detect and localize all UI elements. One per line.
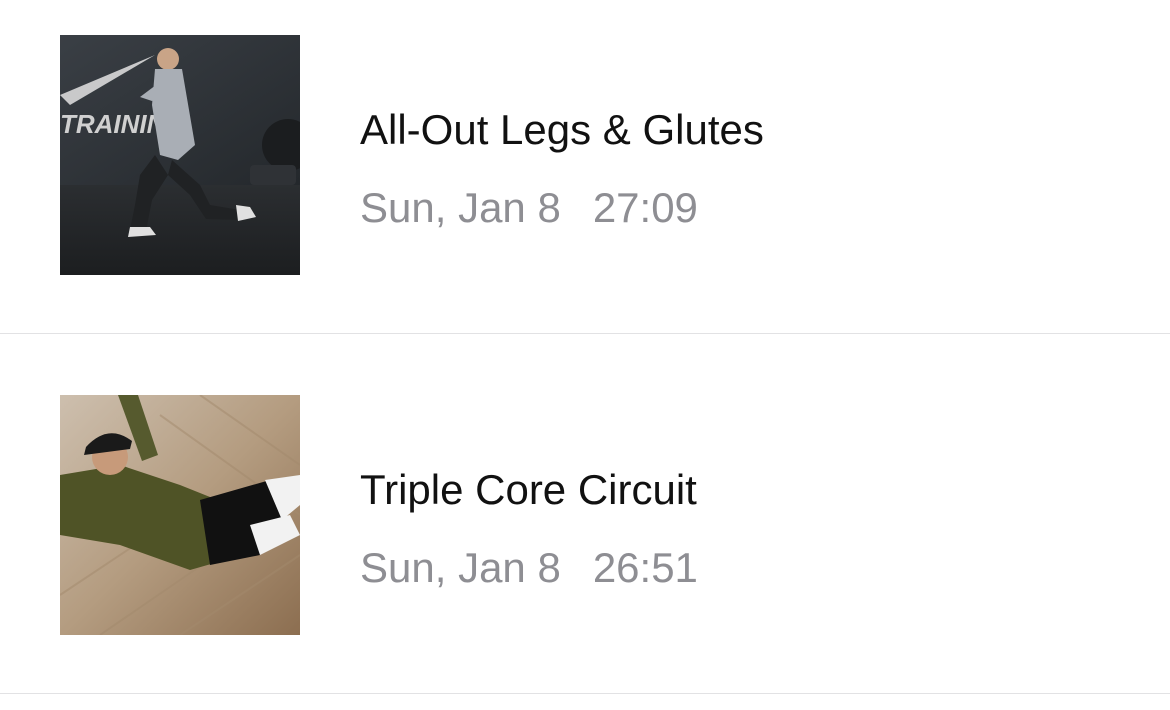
workout-duration: 26:51 <box>592 544 698 591</box>
workout-thumbnail <box>60 395 300 635</box>
workout-date: Sun, Jan 8 <box>360 544 561 591</box>
workout-row[interactable]: Triple Core Circuit Sun, Jan 8 26:51 <box>0 360 1170 694</box>
workout-thumbnail: TRAINING <box>60 35 300 275</box>
workout-row[interactable]: TRAINING All-Out Legs & Glutes Sun, Jan … <box>0 0 1170 334</box>
workout-meta: Sun, Jan 8 27:09 <box>360 182 698 234</box>
workout-history-list: TRAINING All-Out Legs & Glutes Sun, Jan … <box>0 0 1170 710</box>
athlete-situp-photo <box>60 395 300 635</box>
athlete-lunge-photo: TRAINING <box>60 35 300 275</box>
workout-title: All-Out Legs & Glutes <box>360 106 764 153</box>
workout-title: Triple Core Circuit <box>360 466 697 513</box>
workout-duration: 27:09 <box>592 184 698 231</box>
workout-meta: Sun, Jan 8 26:51 <box>360 542 698 594</box>
workout-date: Sun, Jan 8 <box>360 184 561 231</box>
